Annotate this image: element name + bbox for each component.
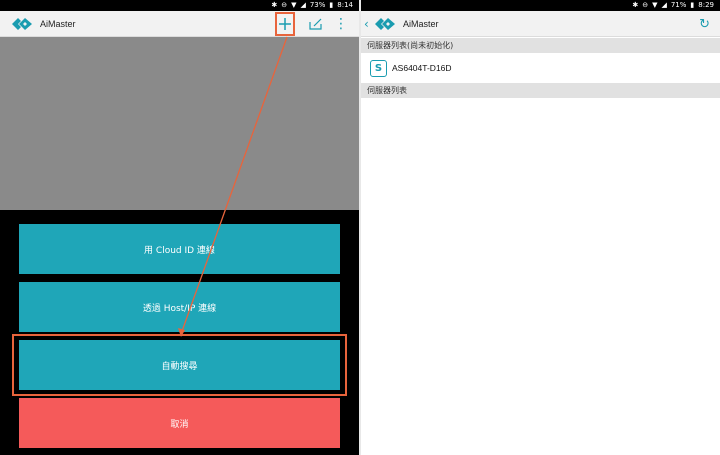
bluetooth-icon: ✱ (632, 1, 639, 9)
cloud-id-connect-button[interactable]: 用 Cloud ID 連線 (19, 224, 340, 274)
back-chevron-icon[interactable]: ‹ (364, 11, 369, 37)
clock: 8:29 (698, 1, 714, 9)
dnd-icon: ⊖ (281, 1, 288, 9)
app-bar: ‹ AiMaster ↻ (361, 11, 720, 37)
server-list-item[interactable]: S AS6404T-D16D (361, 53, 720, 83)
right-screen: ✱ ⊖ ▼ ◢ 71% ▮ 8:29 ‹ AiMaster ↻ 伺服器列表(尚未… (361, 0, 720, 455)
add-server-button[interactable] (275, 12, 295, 36)
host-ip-connect-button[interactable]: 透過 Host/IP 連線 (19, 282, 340, 332)
battery-level: 71% (670, 1, 687, 9)
server-list-header: 伺服器列表 (361, 83, 720, 98)
edit-icon (308, 18, 322, 30)
plus-icon (279, 18, 291, 30)
more-vert-icon: ⋮ (334, 16, 348, 32)
status-bar: ✱ ⊖ ▼ ◢ 73% ▮ 8:14 (0, 0, 359, 11)
uninitialized-server-list-header: 伺服器列表(尚未初始化) (361, 38, 720, 53)
signal-icon: ◢ (300, 1, 306, 9)
signal-icon: ◢ (661, 1, 667, 9)
refresh-icon: ↻ (699, 16, 710, 32)
app-title: AiMaster (403, 18, 439, 29)
app-title: AiMaster (40, 18, 76, 29)
battery-level: 73% (309, 1, 326, 9)
battery-icon: ▮ (690, 1, 695, 9)
wifi-icon: ▼ (652, 1, 658, 9)
app-bar: AiMaster ⋮ (0, 11, 359, 37)
edit-button[interactable] (306, 11, 324, 37)
left-screen: ✱ ⊖ ▼ ◢ 73% ▮ 8:14 AiMaster ⋮ 用 Cloud ID… (0, 0, 359, 455)
battery-icon: ▮ (329, 1, 334, 9)
aimaster-logo-icon (12, 17, 32, 30)
refresh-button[interactable]: ↻ (699, 11, 710, 37)
nas-server-icon: S (370, 59, 387, 77)
cancel-button[interactable]: 取消 (19, 398, 340, 448)
annotation-highlight-box (12, 334, 347, 396)
aimaster-logo-icon (375, 17, 395, 30)
dnd-icon: ⊖ (642, 1, 649, 9)
clock: 8:14 (337, 1, 353, 9)
dimmed-content (0, 37, 359, 210)
status-bar: ✱ ⊖ ▼ ◢ 71% ▮ 8:29 (361, 0, 720, 11)
server-name: AS6404T-D16D (392, 63, 452, 73)
wifi-icon: ▼ (291, 1, 297, 9)
bluetooth-icon: ✱ (271, 1, 278, 9)
more-options-button[interactable]: ⋮ (334, 11, 348, 37)
